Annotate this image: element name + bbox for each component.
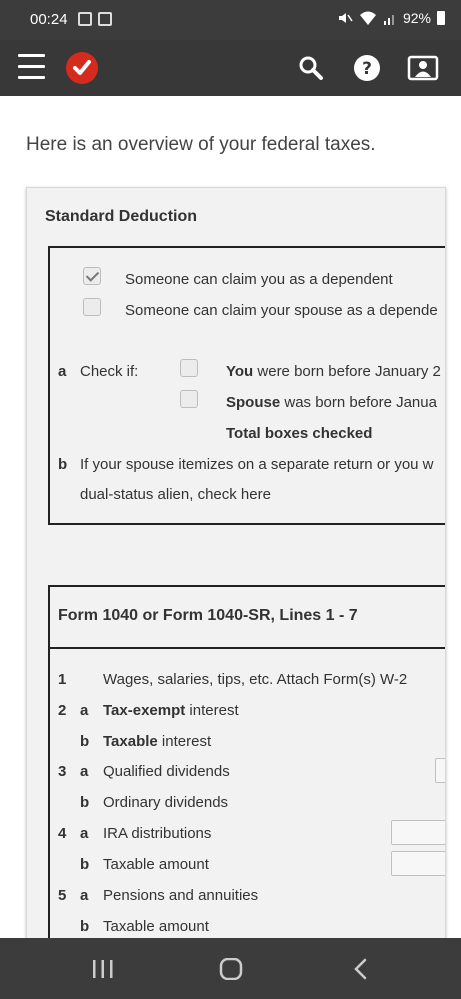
dependent-spouse-label: Someone can claim your spouse as a depen… <box>125 302 438 319</box>
dependent-spouse-checkbox[interactable] <box>83 298 101 316</box>
line-b-text: If your spouse itemizes on a separate re… <box>80 456 434 473</box>
turbotax-logo[interactable] <box>66 52 98 84</box>
line-sub-letter: a <box>80 702 89 719</box>
line-5a-label: Pensions and annuities <box>103 887 259 904</box>
wifi-icon <box>359 11 376 25</box>
line-sub-letter: a <box>80 887 89 904</box>
line-5b-label: Taxable amount <box>103 918 209 935</box>
line-sub-letter: a <box>80 825 89 842</box>
born-before-you-label: You were born before January 2 <box>226 363 441 380</box>
dependent-you-label: Someone can claim you as a dependent <box>125 271 393 288</box>
line-3a-label: Qualified dividends <box>103 763 230 780</box>
line-number: 2 <box>58 702 67 719</box>
svg-text:?: ? <box>362 59 372 79</box>
back-icon[interactable] <box>348 958 374 980</box>
mute-icon <box>338 13 353 23</box>
app-header: ? <box>0 40 461 96</box>
menu-icon[interactable] <box>18 54 45 82</box>
check-if-label: Check if: <box>80 363 139 380</box>
intro-text: Here is an overview of your federal taxe… <box>26 134 376 155</box>
standard-deduction-title: Standard Deduction <box>45 208 198 225</box>
image-icon <box>98 12 112 26</box>
line-3b-label: Ordinary dividends <box>103 794 229 811</box>
line-b-text-cont: dual-status alien, check here <box>80 486 271 503</box>
form-1040-title: Form 1040 or Form 1040-SR, Lines 1 - 7 <box>58 607 358 624</box>
main-content: Here is an overview of your federal taxe… <box>0 96 461 938</box>
line-4a-label: IRA distributions <box>103 825 212 842</box>
battery-icon <box>437 11 445 25</box>
born-before-spouse-checkbox[interactable] <box>180 390 198 408</box>
tax-overview-card: Standard Deduction Someone can claim you… <box>26 187 446 938</box>
form-1040-lines-box: Form 1040 or Form 1040-SR, Lines 1 - 7 1… <box>48 585 445 938</box>
born-before-spouse-label: Spouse was born before Janua <box>226 394 437 411</box>
line-number: 1 <box>58 671 67 688</box>
recent-apps-icon[interactable] <box>90 958 116 980</box>
line-4b-input[interactable] <box>391 851 445 876</box>
form-1040-header: Form 1040 or Form 1040-SR, Lines 1 - 7 <box>50 587 445 649</box>
line-number: 3 <box>58 763 67 780</box>
home-icon[interactable] <box>218 957 244 981</box>
line-number: 4 <box>58 825 67 842</box>
line-sub-letter: b <box>80 856 90 873</box>
line-b-letter: b <box>58 456 68 473</box>
line-2a-label: Tax-exempt interest <box>103 702 239 719</box>
system-nav-bar <box>0 938 461 999</box>
status-time: 00:24 <box>30 11 68 28</box>
search-icon[interactable] <box>295 52 327 84</box>
signal-icon <box>383 15 394 25</box>
standard-deduction-box: Someone can claim you as a dependent Som… <box>48 246 445 525</box>
profile-icon[interactable] <box>407 52 439 84</box>
line-4b-label: Taxable amount <box>103 856 209 873</box>
line-2b-label: Taxable interest <box>103 733 212 750</box>
status-bar: 00:24 92% <box>0 0 461 40</box>
line-3a-input[interactable] <box>435 758 445 783</box>
total-boxes-checked: Total boxes checked <box>226 425 373 442</box>
gallery-icon <box>78 12 92 26</box>
born-before-you-checkbox[interactable] <box>180 359 198 377</box>
line-sub-letter: b <box>80 918 90 935</box>
battery-percent: 92% <box>402 10 431 26</box>
line-number: 5 <box>58 887 67 904</box>
line-a-letter: a <box>58 363 67 380</box>
line-4a-input[interactable] <box>391 820 445 845</box>
line-sub-letter: a <box>80 763 89 780</box>
dependent-you-checkbox[interactable] <box>83 267 101 285</box>
help-icon[interactable]: ? <box>351 52 383 84</box>
line-sub-letter: b <box>80 733 90 750</box>
line-1-label: Wages, salaries, tips, etc. Attach Form(… <box>103 671 408 688</box>
line-sub-letter: b <box>80 794 90 811</box>
